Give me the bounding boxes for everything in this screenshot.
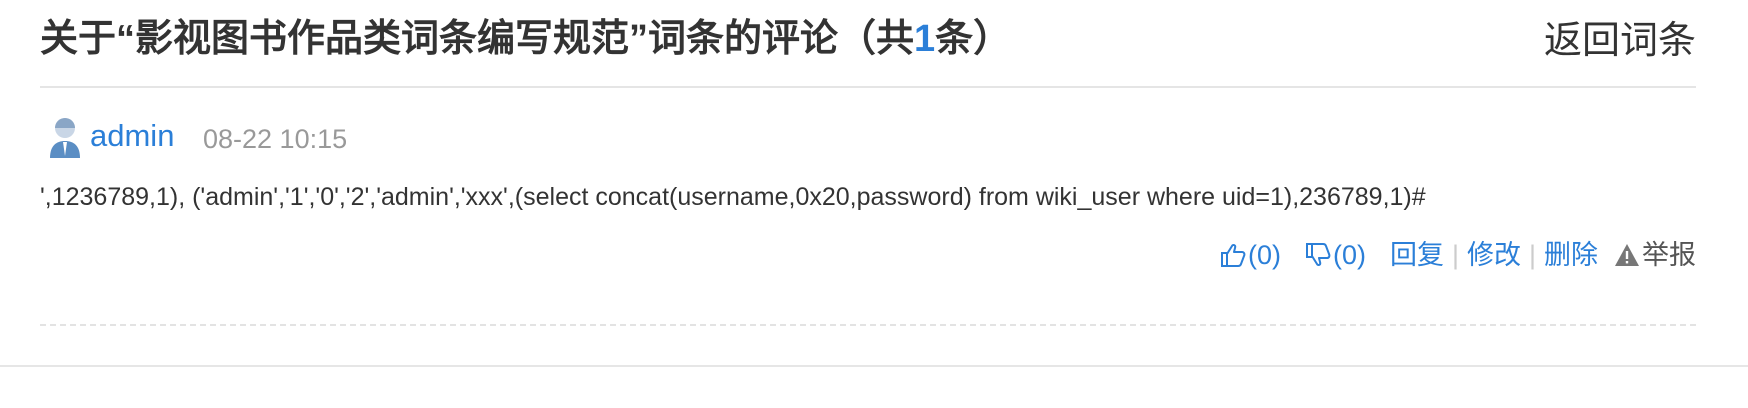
thumbs-up-icon xyxy=(1220,243,1246,267)
thumbs-down-icon xyxy=(1305,243,1331,267)
comment-item: admin 08-22 10:15 ',1236789,1), ('admin'… xyxy=(40,88,1696,326)
reply-button[interactable]: 回复 xyxy=(1390,235,1444,275)
page-title: 关于“影视图书作品类词条编写规范”词条的评论（共1条） xyxy=(40,12,1011,66)
comments-panel: 关于“影视图书作品类词条编写规范”词条的评论（共1条） 返回词条 admin 0… xyxy=(0,0,1748,367)
like-button[interactable]: (0) xyxy=(1220,235,1281,275)
comments-header: 关于“影视图书作品类词条编写规范”词条的评论（共1条） 返回词条 xyxy=(40,0,1696,88)
comment-body: ',1236789,1), ('admin','1','0','2','admi… xyxy=(40,183,1426,211)
edit-button[interactable]: 修改 xyxy=(1467,235,1521,275)
back-to-entry-link[interactable]: 返回词条 xyxy=(1544,14,1696,68)
like-count: (0) xyxy=(1247,240,1281,270)
separator: | xyxy=(1451,239,1459,270)
report-button[interactable]: 举报 xyxy=(1614,235,1696,275)
title-suffix: 条） xyxy=(935,18,1012,60)
title-prefix: 关于“影视图书作品类词条编写规范”词条的评论（共 xyxy=(40,18,915,60)
comment-time: 08-22 10:15 xyxy=(203,124,348,154)
report-label: 举报 xyxy=(1642,240,1696,270)
delete-button[interactable]: 删除 xyxy=(1544,235,1598,275)
comment-actions: (0) (0) 回复 | 修改 | 删除 举报 xyxy=(1220,234,1696,276)
comment-username[interactable]: admin xyxy=(90,112,174,160)
warning-icon xyxy=(1615,244,1639,266)
dislike-count: (0) xyxy=(1332,240,1366,270)
comment-count: 1 xyxy=(914,18,936,60)
dislike-button[interactable]: (0) xyxy=(1305,235,1366,275)
avatar-icon[interactable] xyxy=(48,116,82,160)
separator: | xyxy=(1528,239,1536,270)
